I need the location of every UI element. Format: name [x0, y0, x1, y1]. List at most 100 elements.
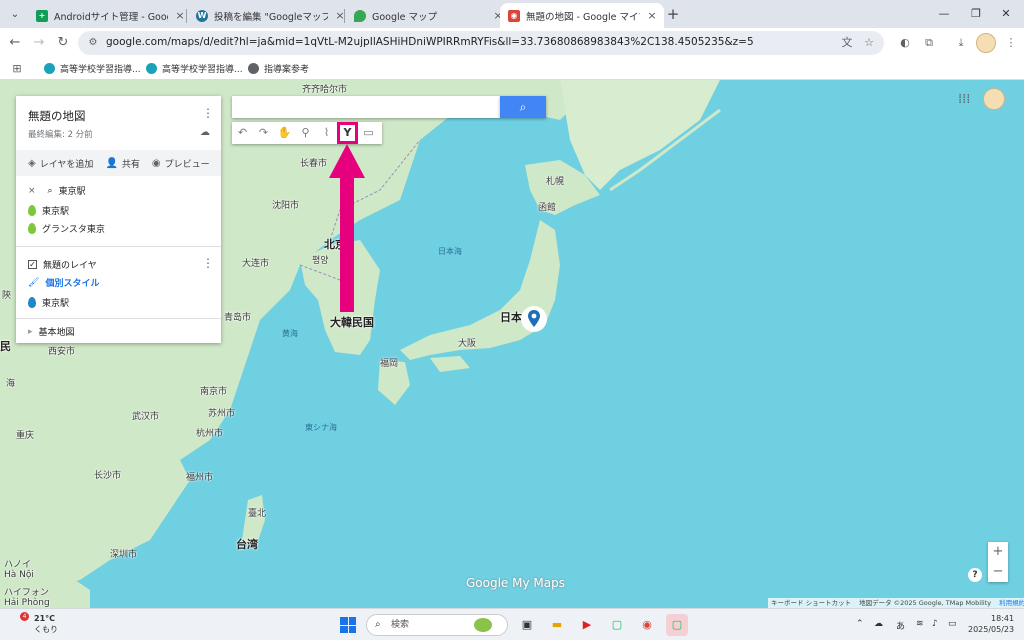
attribution-bar: キーボード ショートカット 地図データ ©2025 Google, TMap M… — [768, 598, 1024, 608]
layer-header[interactable]: ✓ 無題のレイヤ — [28, 258, 97, 271]
city-label: 函館 — [538, 203, 557, 213]
turtle-icon — [474, 618, 492, 632]
chrome-menu-icon[interactable]: ⋮ — [1002, 34, 1020, 52]
reload-button[interactable]: ↻ — [54, 34, 72, 52]
bookmark-star-icon[interactable]: ☆ — [862, 36, 876, 50]
city-label: 福岡 — [380, 359, 399, 369]
close-icon[interactable]: × — [28, 186, 36, 196]
add-layer-button[interactable]: ◈ レイヤを追加 — [28, 157, 93, 170]
country-label: 民 — [0, 340, 11, 353]
maps-icon — [354, 9, 366, 22]
translate-icon[interactable]: 文 — [840, 36, 854, 50]
close-icon[interactable]: × — [174, 9, 186, 22]
add-directions-icon[interactable]: Y — [337, 122, 358, 144]
hand-tool-icon[interactable]: ✋ — [274, 122, 295, 144]
bookmark-item[interactable]: 高等学校学習指導... — [44, 62, 141, 75]
panel-actions: ◈ レイヤを追加 👤 共有 ◉ プレビュー — [16, 150, 221, 176]
apps-grid-icon[interactable]: ⊞ — [10, 62, 24, 76]
close-icon[interactable]: × — [646, 9, 658, 22]
city-label: 大连市 — [242, 259, 270, 269]
tab-wordpress[interactable]: W 投稿を編集 "Googleマップのルート × — [188, 3, 352, 28]
line-icon[interactable]: ▢ — [606, 614, 628, 636]
map-search-input[interactable] — [232, 96, 500, 118]
search-result-item[interactable]: 東京駅 — [28, 204, 69, 217]
blue-pin-icon — [28, 297, 36, 308]
style-link[interactable]: 🖌 個別スタイル — [28, 276, 99, 290]
account-avatar[interactable] — [983, 88, 1005, 110]
sea-label: 東シナ海 — [305, 423, 337, 432]
system-clock[interactable]: 18:41 2025/05/23 — [968, 613, 1014, 635]
tab-sheets[interactable]: + Androidサイト管理 - Google スプ × — [28, 3, 192, 28]
redo-icon[interactable]: ↷ — [253, 122, 274, 144]
search-result-item[interactable]: グランスタ東京 — [28, 222, 105, 235]
layer-item[interactable]: 東京駅 — [28, 296, 69, 309]
help-icon[interactable]: ? — [968, 568, 982, 582]
bookmarks-bar: ⊞ 高等学校学習指導... 高等学校学習指導... 指導案参考 — [0, 58, 1024, 80]
zoom-in-button[interactable]: + — [988, 542, 1008, 562]
sheets-icon: + — [36, 9, 48, 22]
minimize-button[interactable]: — — [936, 6, 952, 22]
more-options-icon[interactable]: ⋮ — [202, 106, 214, 120]
sakhalin-shape — [560, 80, 720, 190]
annotation-arrow — [329, 144, 365, 312]
country-label: 大韓民国 — [330, 316, 374, 329]
tab-divider — [186, 9, 187, 23]
map-canvas[interactable]: 齐齐哈尔市 长春市 沈阳市 北京 평양 大连市 大韓民国 青岛市 西安市 南京市… — [0, 80, 1024, 608]
map-search-button[interactable]: ⌕ — [500, 96, 546, 118]
new-tab-button[interactable]: + — [664, 5, 682, 23]
tab-search-button[interactable]: ⌄ — [6, 5, 24, 23]
extension-icon[interactable]: ◐ — [896, 34, 914, 52]
draw-line-icon[interactable]: ⌇ — [316, 122, 337, 144]
battery-icon[interactable]: ▭ — [948, 619, 957, 629]
forward-button[interactable]: → — [30, 34, 48, 52]
keyboard-shortcuts-link[interactable]: キーボード ショートカット — [771, 598, 851, 608]
sea-label: 黄海 — [282, 329, 298, 338]
map-title[interactable]: 無題の地図 — [28, 108, 86, 124]
city-label: 青岛市 — [224, 313, 252, 323]
restore-button[interactable]: ❐ — [968, 6, 984, 22]
add-marker-icon[interactable]: ⚲ — [295, 122, 316, 144]
windows-start-icon[interactable] — [340, 617, 356, 633]
tab-my-maps[interactable]: ◉ 無題の地図 - Google マイマップ × — [500, 3, 664, 28]
ime-indicator[interactable]: あ — [896, 619, 905, 632]
city-label: 武汉市 — [132, 412, 160, 422]
location-marker-icon[interactable] — [520, 305, 548, 335]
undo-icon[interactable]: ↶ — [232, 122, 253, 144]
layer-visibility-checkbox[interactable]: ✓ — [28, 260, 37, 269]
wifi-icon[interactable]: ≋ — [916, 619, 924, 629]
last-edited-text: 最終編集: 2 分前 — [28, 130, 93, 140]
file-explorer-icon[interactable]: ▬ — [546, 614, 568, 636]
close-window-button[interactable]: ✕ — [998, 6, 1014, 22]
bookmark-favicon-icon — [44, 63, 55, 74]
profile-avatar[interactable] — [976, 33, 996, 53]
bookmark-item[interactable]: 高等学校学習指導... — [146, 62, 243, 75]
volume-icon[interactable]: ♪ — [932, 619, 938, 629]
paint-roller-icon: 🖌 — [28, 277, 40, 288]
download-icon[interactable]: ⤓ — [952, 34, 970, 52]
sea-label: 日本海 — [438, 247, 462, 256]
address-bar[interactable]: ⚙ google.com/maps/d/edit?hl=ja&mid=1qVtL… — [78, 31, 884, 55]
cloud-icon[interactable]: ☁ — [874, 619, 883, 629]
youtube-icon[interactable]: ▶ — [576, 614, 598, 636]
site-info-icon[interactable]: ⚙ — [86, 36, 100, 50]
divider — [16, 318, 221, 319]
layer-options-icon[interactable]: ⋮ — [202, 256, 214, 270]
green-pin-icon — [28, 205, 36, 216]
show-hidden-icons[interactable]: ⌃ — [856, 619, 864, 629]
share-button[interactable]: 👤 共有 — [105, 157, 139, 170]
apps-grid-icon[interactable]: ⁞⁞⁞ — [958, 92, 970, 107]
preview-button[interactable]: ◉ プレビュー — [152, 157, 210, 170]
back-button[interactable]: ← — [6, 34, 24, 52]
terms-link[interactable]: 利用規約 — [999, 598, 1024, 608]
expand-icon: ▸ — [28, 326, 33, 337]
measure-distance-icon[interactable]: ▭ — [358, 122, 379, 144]
zoom-out-button[interactable]: − — [988, 562, 1008, 582]
chrome-icon[interactable]: ◉ — [636, 614, 658, 636]
line-app-icon[interactable]: ▢ — [666, 614, 688, 636]
search-icon: ⌕ — [519, 100, 527, 114]
task-view-icon[interactable]: ▣ — [516, 614, 538, 636]
bookmark-item[interactable]: 指導案参考 — [248, 62, 309, 75]
base-map-toggle[interactable]: ▸ 基本地図 — [28, 325, 75, 339]
extensions-puzzle-icon[interactable]: ⧉ — [920, 34, 938, 52]
tab-google-maps[interactable]: Google マップ × — [346, 3, 510, 28]
